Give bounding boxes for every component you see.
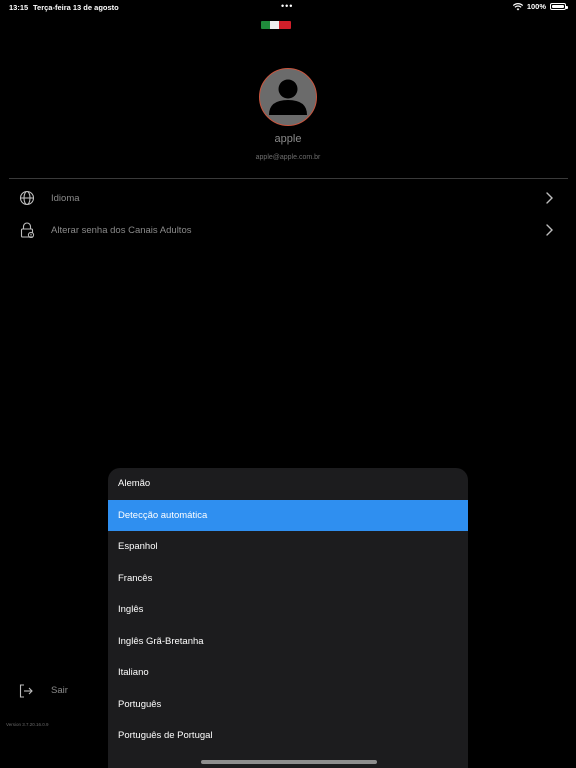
menu-item-label: Idioma [51, 193, 80, 204]
brand-logo [261, 21, 291, 29]
person-icon [268, 79, 307, 115]
version-text: Version 3.7.20.16.0.9 [6, 722, 49, 727]
language-option[interactable]: Italiano [108, 657, 468, 689]
menu-item-adult-password[interactable]: Alterar senha dos Canais Adultos [9, 216, 568, 246]
home-indicator[interactable] [201, 760, 377, 764]
language-option[interactable]: Português [108, 689, 468, 721]
logout-icon [19, 684, 33, 698]
language-option[interactable]: Francês [108, 563, 468, 595]
profile-email: apple@apple.com.br [255, 154, 321, 161]
wifi-icon [512, 2, 523, 10]
status-right: 100% [512, 2, 568, 11]
multitasking-dots[interactable]: ••• [281, 1, 293, 11]
language-option[interactable]: Espanhol [108, 531, 468, 563]
language-option[interactable]: Inglês [108, 594, 468, 626]
menu-item-language[interactable]: Idioma [9, 184, 568, 214]
language-option[interactable]: Inglês Grã-Bretanha [108, 626, 468, 658]
chevron-right-icon [546, 192, 553, 204]
battery-percent: 100% [526, 2, 546, 11]
battery-icon [550, 3, 568, 10]
profile-name: apple [274, 133, 302, 145]
globe-icon [19, 190, 35, 206]
logout-label: Sair [51, 685, 68, 696]
logout-button[interactable]: Sair [18, 682, 98, 700]
menu-item-label: Alterar senha dos Canais Adultos [51, 225, 192, 236]
divider [9, 178, 568, 179]
language-picker-sheet: Alemão Detecção automática Espanhol Fran… [108, 468, 468, 768]
avatar[interactable] [259, 68, 317, 126]
language-option-selected[interactable]: Detecção automática [108, 499, 468, 531]
chevron-right-icon [546, 224, 553, 236]
status-date: Terça-feira 13 de agosto [33, 3, 119, 12]
status-time: 13:15 [9, 3, 29, 12]
language-option[interactable]: Português de Portugal [108, 720, 468, 752]
language-option[interactable]: Alemão [108, 468, 468, 500]
status-bar: 13:15 Terça-feira 13 de agosto ••• 100% [0, 0, 576, 14]
lock-icon [20, 222, 35, 238]
